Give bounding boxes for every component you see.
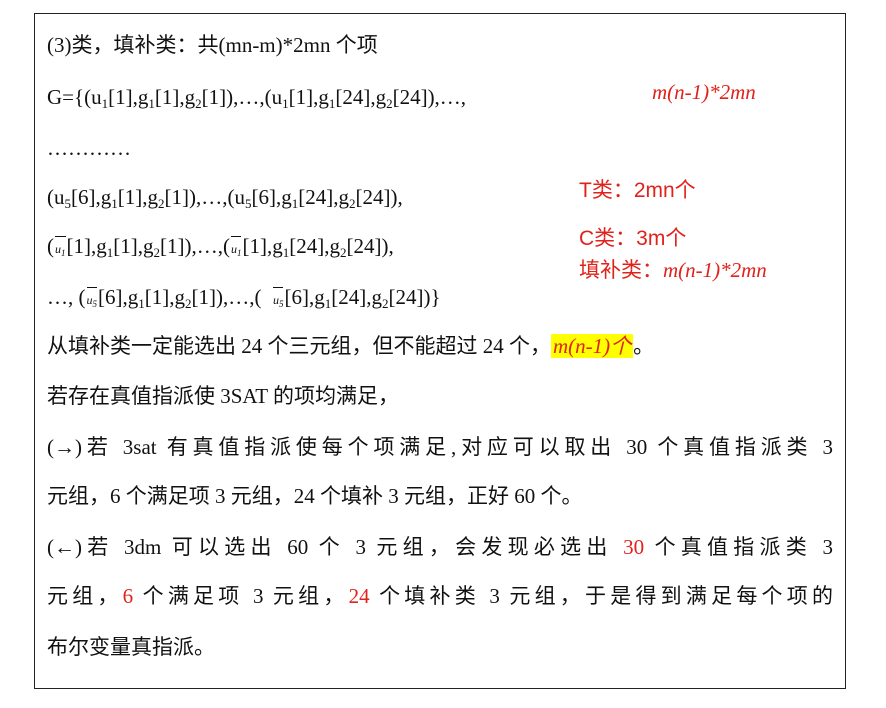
count-30: 30 [623,535,645,559]
set-g-line-3: (u1[1],g1[1],g2[1]),…,(u1[1],g1[24],g2[2… [47,232,394,263]
negated-u1: u1 [55,235,66,263]
fill-formula-text: m(n-1)*2mn [663,258,767,282]
t-class-text: T类：2mn个 [579,179,696,202]
ellipsis-text: ………… [47,136,131,160]
c-class-text: C类：3m个 [579,227,687,250]
backward-text-1b: 个真值指派类 3 [644,535,833,559]
highlight-mn-count: m(n-1)个 [551,334,634,358]
set-g-text-4: …, (u5[6],g1[1],g2[1]),…,( u5[6],g1[24],… [47,285,441,310]
set-g-text-2: (u5[6],g1[1],g2[1]),…,(u5[6],g1[24],g2[2… [47,185,403,211]
heading-text: (3)类，填补类：共(mn-m)*2mn 个项 [47,33,378,57]
negated-u5: u5 [86,286,97,314]
forward-text-2: 元组，6 个满足项 3 元组，24 个填补 3 元组，正好 60 个。 [47,484,583,508]
annotation-fill-class: 填补类：m(n-1)*2mn [579,254,767,284]
backward-text-2b: 个满足项 3 元组， [133,584,349,608]
forward-proof-line-1: (→)若 3sat 有真值指派使每个项满足,对应可以取出 30 个真值指派类 3 [47,433,833,461]
annotation-top-formula: m(n-1)*2mn [652,80,756,105]
top-formula-text: m(n-1)*2mn [652,80,756,104]
backward-proof-line-1: (←)若 3dm 可以选出 60 个 3 元组，会发现必选出 30 个真值指派类… [47,533,833,561]
count-24: 24 [348,584,370,608]
backward-text-3: 布尔变量真指派。 [47,635,215,659]
backward-text-2a: 元组， [47,584,123,608]
set-g-text-1: G={(u1[1],g1[1],g2[1]),…,(u1[1],g1[24],g… [47,85,467,111]
annotation-t-class: T类：2mn个 [579,174,696,204]
fill-class-statement: 从填补类一定能选出 24 个三元组，但不能超过 24 个，m(n-1)个。 [47,332,654,360]
forward-proof-line-2: 元组，6 个满足项 3 元组，24 个填补 3 元组，正好 60 个。 [47,482,583,510]
fill-label-text: 填补类： [579,259,663,282]
negated-u5: u5 [272,286,283,314]
forward-text-1: (→)若 3sat 有真值指派使每个项满足,对应可以取出 30 个真值指派类 3 [47,435,833,459]
backward-text-2c: 个填补类 3 元组，于是得到满足每个项的 [369,584,833,608]
annotation-c-class: C类：3m个 [579,222,686,252]
set-g-line-1: G={(u1[1],g1[1],g2[1]),…,(u1[1],g1[24],g… [47,83,466,111]
set-g-text-3: (u1[1],g1[1],g2[1]),…,(u1[1],g1[24],g2[2… [47,234,394,259]
ellipsis-line: ………… [47,134,131,162]
assumption-line: 若存在真值指派使 3SAT 的项均满足， [47,382,399,410]
fill-class-text: 从填补类一定能选出 24 个三元组，但不能超过 24 个， [47,334,551,358]
fill-class-end: 。 [633,334,655,358]
negated-u1: u1 [230,235,241,263]
assumption-text: 若存在真值指派使 3SAT 的项均满足， [47,384,399,408]
section-heading: (3)类，填补类：共(mn-m)*2mn 个项 [47,31,378,59]
set-g-line-4: …, (u5[6],g1[1],g2[1]),…,( u5[6],g1[24],… [47,283,441,314]
backward-text-1a: (←)若 3dm 可以选出 60 个 3 元组，会发现必选出 [47,535,624,559]
count-6: 6 [122,584,134,608]
backward-proof-line-3: 布尔变量真指派。 [47,633,215,661]
set-g-line-2: (u5[6],g1[1],g2[1]),…,(u5[6],g1[24],g2[2… [47,183,403,211]
backward-proof-line-2: 元组，6 个满足项 3 元组，24 个填补类 3 元组，于是得到满足每个项的 [47,582,833,610]
